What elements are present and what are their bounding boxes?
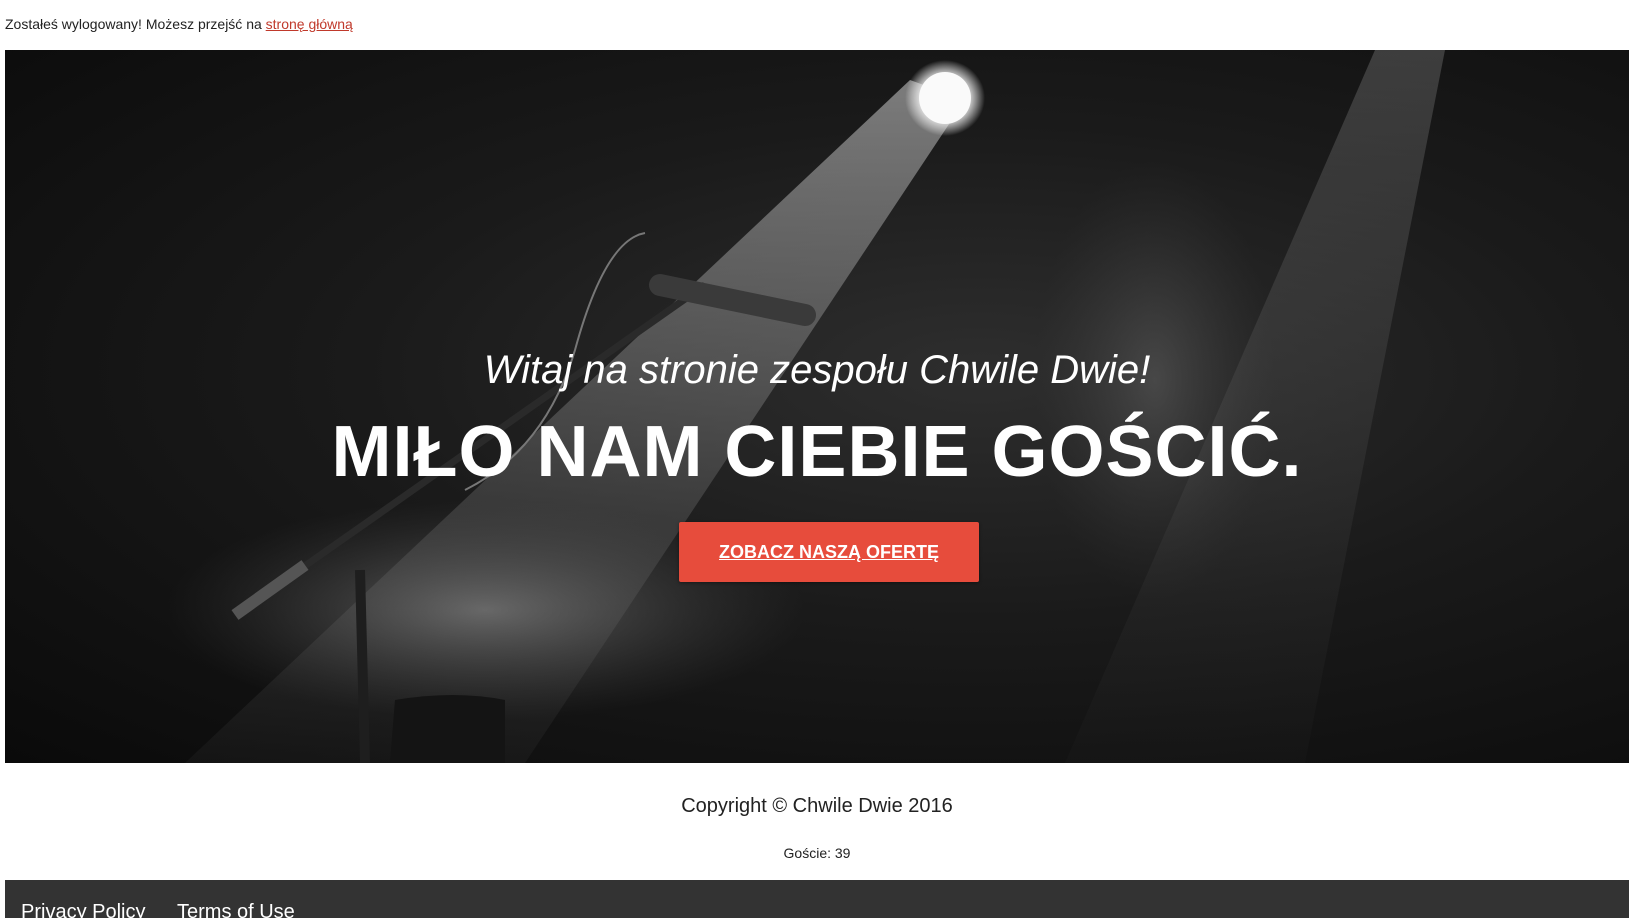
guest-counter: Goście: 39 [783,845,851,861]
privacy-policy-link[interactable]: Privacy Policy [21,900,145,924]
home-link[interactable]: stronę główną [266,16,353,32]
hero-welcome-text: Witaj na stronie zespołu Chwile Dwie! [483,348,1151,392]
hero-headline: MIŁO NAM CIEBIE GOŚCIĆ. [331,412,1303,492]
logout-message: Zostałeś wylogowany! Możesz przejść na s… [5,15,353,33]
terms-of-use-link[interactable]: Terms of Use [177,900,295,924]
view-offer-button[interactable]: ZOBACZ NASZĄ OFERTĘ [679,522,979,582]
logout-text: Zostałeś wylogowany! Możesz przejść na [5,16,266,32]
hero-content: Witaj na stronie zespołu Chwile Dwie! MI… [5,50,1629,763]
hero-banner: Witaj na stronie zespołu Chwile Dwie! MI… [5,50,1629,763]
footer-bar: Privacy Policy Terms of Use [5,880,1629,923]
copyright-text: Copyright © Chwile Dwie 2016 [681,795,953,817]
